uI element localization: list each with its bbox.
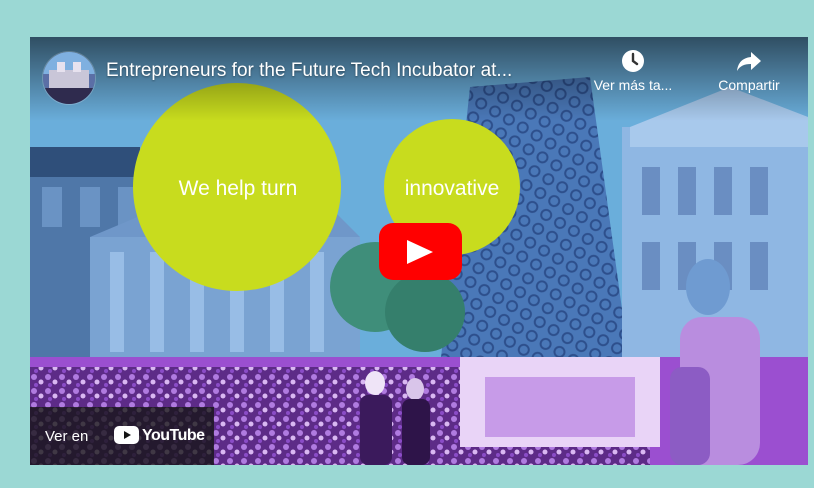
- share-label: Compartir: [718, 77, 780, 93]
- watch-on-label: Ver en: [45, 428, 89, 445]
- share-arrow-icon: [737, 52, 761, 71]
- video-title[interactable]: Entrepreneurs for the Future Tech Incuba…: [106, 60, 574, 82]
- youtube-wordmark: YouTube: [142, 427, 205, 444]
- circle-left-text: We help turn: [178, 177, 298, 200]
- watch-later-button[interactable]: Ver más ta...: [584, 49, 682, 93]
- youtube-logo-icon: [114, 426, 139, 444]
- channel-avatar-icon[interactable]: [42, 51, 96, 105]
- play-button[interactable]: [379, 223, 462, 280]
- watch-later-label: Ver más ta...: [593, 77, 673, 93]
- share-button[interactable]: Compartir: [706, 49, 792, 93]
- clock-icon: [622, 50, 644, 72]
- circle-right-text: innovative: [404, 177, 500, 200]
- play-icon: [407, 240, 433, 264]
- video-embed[interactable]: We help turn innovative Entrepreneurs fo…: [30, 37, 808, 465]
- watch-on-youtube-button[interactable]: Ver en YouTube: [30, 407, 214, 465]
